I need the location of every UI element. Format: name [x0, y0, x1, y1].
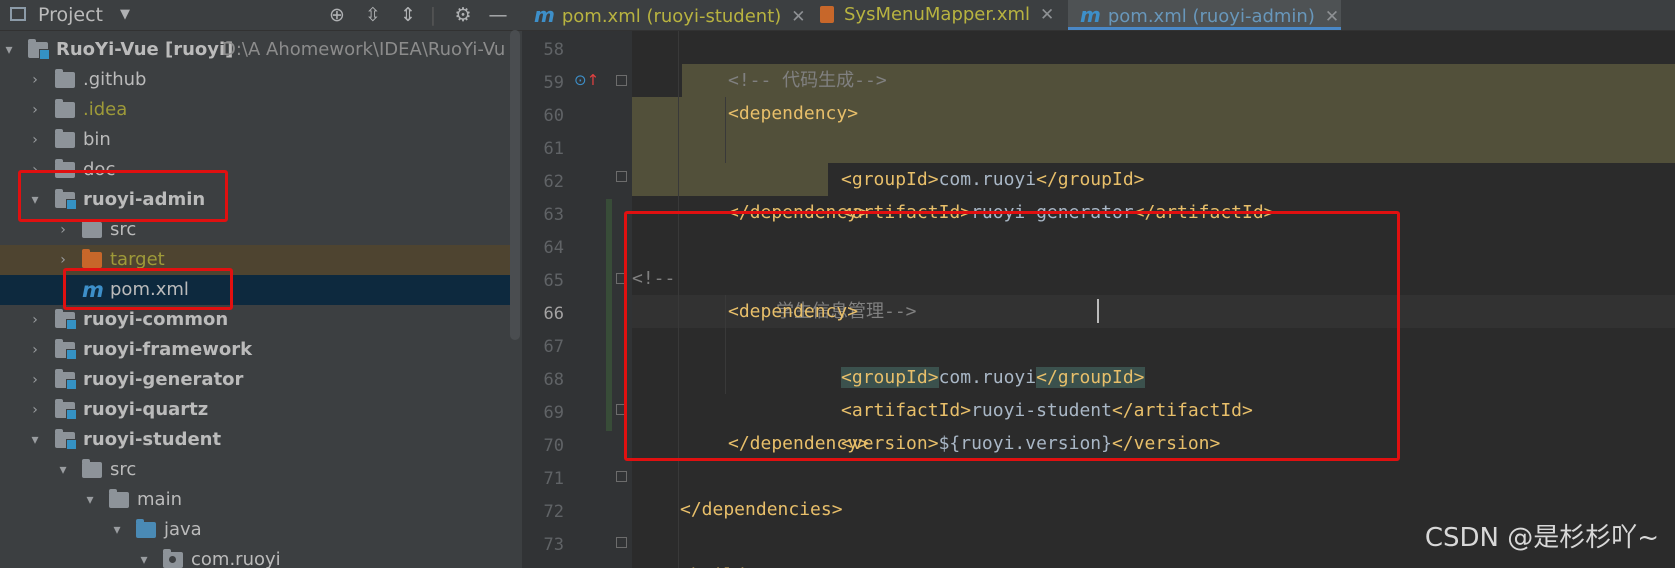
- tree-item-github[interactable]: › .github: [0, 65, 510, 95]
- tree-item-label: ruoyi-framework: [83, 339, 253, 360]
- folder-icon: [55, 129, 75, 148]
- chevron-right-icon[interactable]: ›: [26, 65, 44, 95]
- code-line-60[interactable]: <groupId>com.ruoyi</groupId>: [522, 97, 1675, 190]
- folder-icon: [109, 489, 129, 508]
- folder-icon: [55, 429, 77, 450]
- tree-item-idea[interactable]: › .idea: [0, 95, 510, 125]
- folder-icon: [55, 369, 77, 390]
- tree-item-label: com.ruoyi: [191, 549, 281, 568]
- chevron-down-icon[interactable]: ▾: [26, 425, 44, 455]
- folder-icon: [28, 39, 50, 60]
- tab-pom-ruoyi-student[interactable]: m pom.xml (ruoyi-student) ✕: [534, 0, 806, 30]
- xml-tag: </dependencies>: [680, 499, 843, 520]
- tree-item-label: bin: [83, 129, 111, 150]
- project-panel-title[interactable]: Project: [38, 0, 103, 30]
- root-path: D:\A Ahomework\IDEA\RuoYi-Vu: [222, 39, 506, 60]
- folder-icon: [55, 309, 77, 330]
- tree-item-com-ruoyi[interactable]: ▾ com.ruoyi: [0, 545, 510, 568]
- tab-sysmenumapper[interactable]: SysMenuMapper.xml ✕: [810, 0, 1054, 30]
- chevron-down-icon[interactable]: ▼: [120, 0, 130, 30]
- xml-tag: <build>: [680, 559, 756, 568]
- editor-tab-bar: m pom.xml (ruoyi-student) ✕ SysMenuMapper.…: [522, 0, 1675, 31]
- annotation-box-student-dependency: [624, 211, 1400, 461]
- chevron-right-icon[interactable]: ›: [26, 335, 44, 365]
- tree-item-label: ruoyi-quartz: [83, 399, 209, 420]
- tree-item-label: src: [110, 459, 137, 480]
- folder-icon: [82, 459, 102, 478]
- gear-icon[interactable]: ⚙: [450, 0, 476, 30]
- project-scrollbar[interactable]: [510, 30, 520, 340]
- minimize-icon[interactable]: —: [485, 0, 511, 30]
- code-editor[interactable]: 58 59 60 61 62 63 64 65 66 67 68 69 70 7…: [522, 31, 1675, 568]
- close-icon[interactable]: ✕: [1040, 5, 1054, 25]
- project-panel: Project ▼ ⊕ ⇳ ⇕ | ⚙ — ▾ RuoYi-Vue [ruoyi…: [0, 0, 522, 568]
- tree-item-label: java: [164, 519, 202, 540]
- folder-icon: [82, 219, 102, 238]
- folder-icon: [82, 249, 102, 268]
- tree-item-label: .github: [83, 69, 147, 90]
- crosshair-icon[interactable]: ⊕: [324, 0, 350, 30]
- annotation-box-ruoyi-admin: [18, 170, 228, 222]
- project-panel-header: Project ▼ ⊕ ⇳ ⇕ | ⚙ —: [0, 0, 522, 31]
- chevron-down-icon[interactable]: ▾: [81, 485, 99, 515]
- tree-item-java[interactable]: ▾ java: [0, 515, 510, 545]
- chevron-down-icon[interactable]: ▾: [135, 545, 153, 568]
- chevron-right-icon[interactable]: ›: [26, 95, 44, 125]
- chevron-down-icon[interactable]: ▾: [0, 35, 18, 65]
- folder-icon: [55, 339, 77, 360]
- tree-item-ruoyi-student[interactable]: ▾ ruoyi-student: [0, 425, 510, 455]
- watermark: CSDN @是杉杉吖~: [1424, 523, 1659, 553]
- chevron-right-icon[interactable]: ›: [26, 365, 44, 395]
- tree-item-main[interactable]: ▾ main: [0, 485, 510, 515]
- expand-all-icon[interactable]: ⇳: [360, 0, 386, 30]
- chevron-down-icon[interactable]: ▾: [54, 455, 72, 485]
- tree-item-bin[interactable]: › bin: [0, 125, 510, 155]
- tree-item-ruoyi-generator[interactable]: › ruoyi-generator: [0, 365, 510, 395]
- tree-item-label: ruoyi-student: [83, 429, 222, 450]
- maven-icon: m: [534, 3, 555, 27]
- code-line-58[interactable]: <!-- 代码生成-->: [522, 31, 1675, 91]
- tab-label: SysMenuMapper.xml: [844, 4, 1031, 25]
- tree-root[interactable]: ▾ RuoYi-Vue [ruoyi] D:\A Ahomework\IDEA\…: [0, 35, 510, 65]
- folder-icon: [136, 519, 156, 538]
- close-icon[interactable]: ✕: [1325, 7, 1339, 27]
- code-line-59[interactable]: <dependency>: [522, 64, 1675, 124]
- folder-icon: [55, 99, 75, 118]
- chevron-right-icon[interactable]: ›: [26, 125, 44, 155]
- annotation-box-pom-xml: [63, 268, 233, 310]
- tree-item-label: ruoyi-generator: [83, 369, 244, 390]
- root-name: RuoYi-Vue [ruoyi]: [56, 39, 234, 60]
- tab-label: pom.xml (ruoyi-admin): [1107, 6, 1315, 27]
- folder-icon: [55, 399, 77, 420]
- code-line-62[interactable]: </dependency>: [522, 163, 1675, 223]
- tree-item-label: main: [137, 489, 182, 510]
- maven-icon: m: [1080, 3, 1101, 27]
- tab-pom-ruoyi-admin[interactable]: m pom.xml (ruoyi-admin) ✕: [1068, 0, 1341, 30]
- divider: |: [429, 4, 437, 26]
- chevron-right-icon[interactable]: ›: [26, 395, 44, 425]
- close-icon[interactable]: ✕: [791, 7, 805, 27]
- xml-file-icon: [820, 6, 834, 23]
- tree-item-label: .idea: [83, 99, 128, 120]
- chevron-right-icon[interactable]: ›: [26, 305, 44, 335]
- collapse-all-icon[interactable]: ⇕: [395, 0, 421, 30]
- tree-item-ruoyi-framework[interactable]: › ruoyi-framework: [0, 335, 510, 365]
- chevron-down-icon[interactable]: ▾: [108, 515, 126, 545]
- project-view-icon: [10, 7, 26, 21]
- code-line-61[interactable]: <artifactId>ruoyi-generator</artifactId>: [522, 130, 1675, 223]
- tab-label: pom.xml (ruoyi-student): [561, 6, 782, 27]
- package-icon: [163, 549, 183, 568]
- code-line-71[interactable]: </dependencies>: [522, 460, 1675, 520]
- tree-item-student-src[interactable]: ▾ src: [0, 455, 510, 485]
- tree-item-ruoyi-quartz[interactable]: › ruoyi-quartz: [0, 395, 510, 425]
- folder-icon: [55, 69, 75, 88]
